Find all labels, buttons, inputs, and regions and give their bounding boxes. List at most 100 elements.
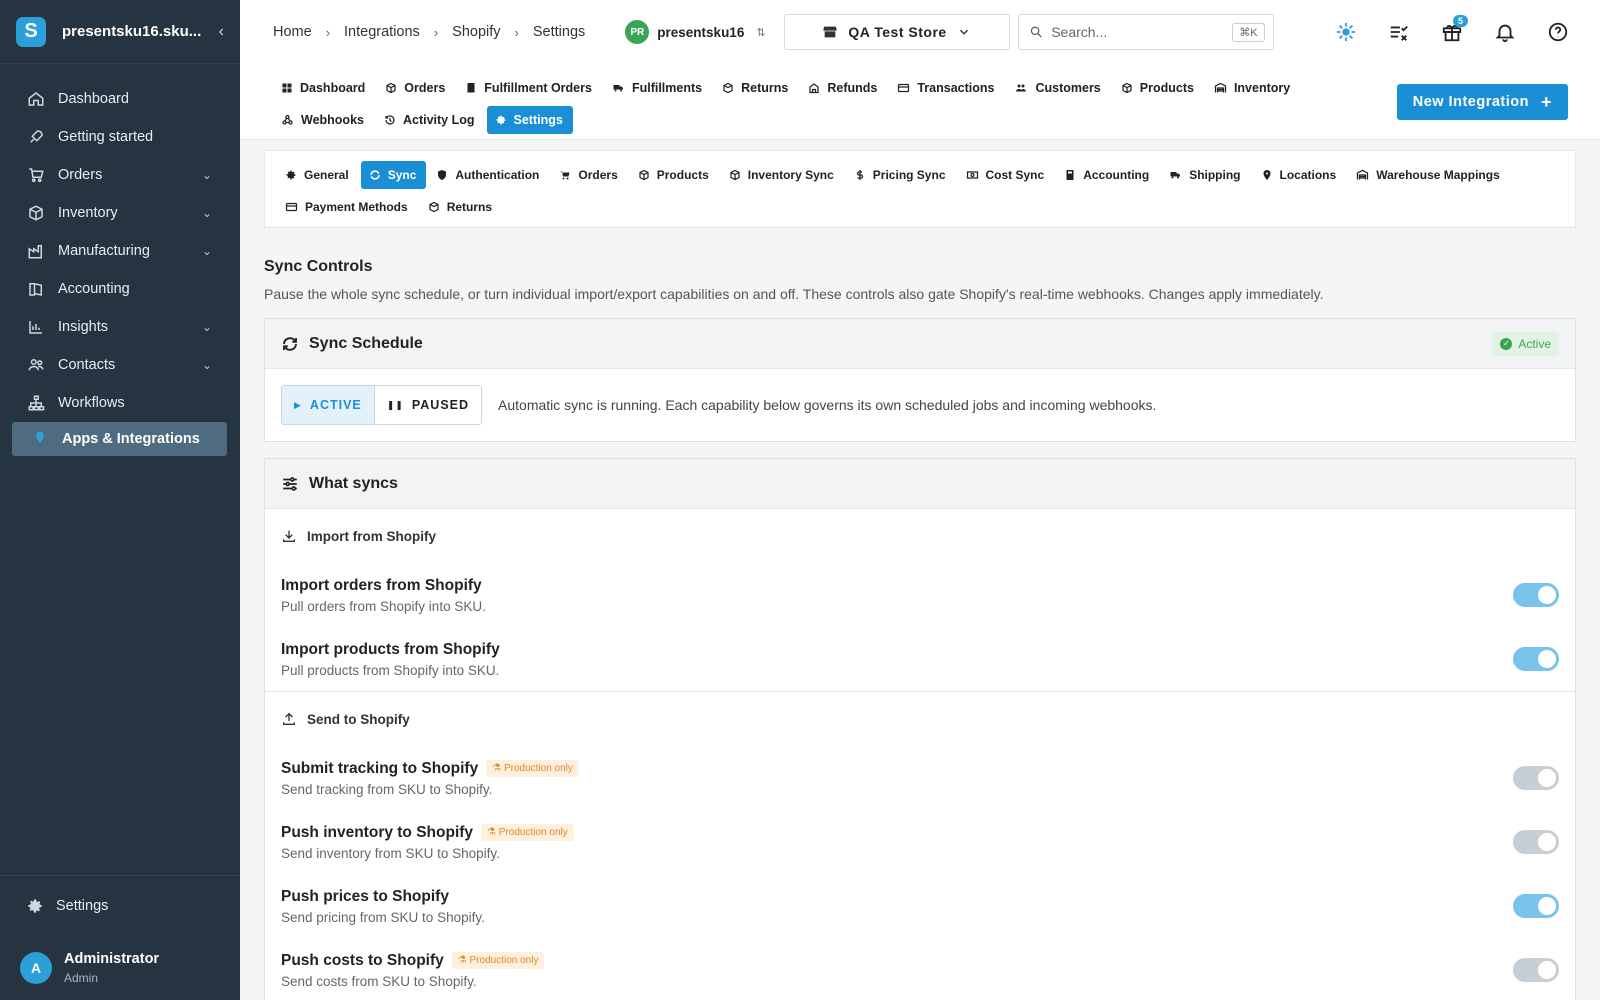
search-input[interactable] xyxy=(1051,24,1233,40)
chevron-right-icon: › xyxy=(433,24,439,40)
app-logo[interactable]: S xyxy=(16,16,46,47)
search-icon xyxy=(1030,26,1042,38)
capability-description: Pull products from Shopify into SKU. xyxy=(281,662,500,678)
capability-toggle[interactable] xyxy=(1513,647,1559,671)
bell-icon[interactable] xyxy=(1478,12,1531,52)
sidebar-item-label: Manufacturing xyxy=(58,243,150,259)
help-icon[interactable] xyxy=(1531,12,1584,52)
org-name[interactable]: presentsku16.sku... xyxy=(62,23,219,40)
tab-refunds[interactable]: Refunds xyxy=(800,74,887,102)
tab-fulfillment-orders[interactable]: Fulfillment Orders xyxy=(457,74,602,102)
sidebar-nav: Dashboard Getting started Orders ⌄ Inven… xyxy=(0,64,240,456)
tab-settings[interactable]: Settings xyxy=(486,106,573,134)
sidebar-item-getting-started[interactable]: Getting started xyxy=(0,118,240,156)
capability-toggle[interactable] xyxy=(1513,766,1559,790)
tab-orders[interactable]: Orders xyxy=(377,74,455,102)
sidebar-item-settings[interactable]: Settings xyxy=(0,876,240,936)
sidebar-item-apps-integrations[interactable]: Apps & Integrations xyxy=(12,422,227,456)
tab-webhooks[interactable]: Webhooks xyxy=(273,106,374,134)
flask-icon: ⚗ xyxy=(492,763,504,774)
ai-sparkle-icon[interactable] xyxy=(1319,12,1372,52)
tab-label: Sync xyxy=(387,168,417,182)
settings-tab-warehouse-mappings[interactable]: Warehouse Mappings xyxy=(1348,161,1510,189)
capability-title: Import orders from Shopify xyxy=(281,576,482,594)
tab-label: Products xyxy=(656,168,709,182)
sidebar-item-label: Inventory xyxy=(58,205,118,221)
breadcrumb-home[interactable]: Home xyxy=(273,24,312,40)
tab-label: Dashboard xyxy=(300,81,366,95)
tab-inventory[interactable]: Inventory xyxy=(1206,74,1300,102)
settings-tab-cost-sync[interactable]: Cost Sync xyxy=(958,161,1055,189)
settings-tabs: General Sync Authentication Orders Products I… xyxy=(264,150,1576,228)
cash-icon xyxy=(966,169,979,181)
sidebar-item-dashboard[interactable]: Dashboard xyxy=(0,80,240,118)
tab-products[interactable]: Products xyxy=(1113,74,1204,102)
sidebar-item-label: Insights xyxy=(58,319,108,335)
search-box[interactable]: ⌘K xyxy=(1017,14,1274,50)
production-only-badge: ⚗ Production only xyxy=(486,760,579,777)
capability-description: Send tracking from SKU to Shopify. xyxy=(281,781,493,797)
sidebar-item-inventory[interactable]: Inventory ⌄ xyxy=(0,194,240,232)
row-title-line: Submit tracking to Shopify ⚗ Production o… xyxy=(281,760,1513,778)
workspace-switcher[interactable]: PR presentsku16 ⇅ xyxy=(625,20,766,44)
chevron-left-icon[interactable]: ‹ xyxy=(219,23,224,41)
row-text: Submit tracking to Shopify ⚗ Production o… xyxy=(281,760,1513,797)
schedule-body: ▶ ACTIVE ❚❚ PAUSED Automatic sync is runni… xyxy=(265,369,1575,441)
store-selector[interactable]: QA Test Store xyxy=(783,14,1010,50)
receipt-icon xyxy=(465,82,477,94)
send-group-header: Send to Shopify xyxy=(265,692,1575,746)
settings-tab-inventory-sync[interactable]: Inventory Sync xyxy=(721,161,844,189)
tab-activity-log[interactable]: Activity Log xyxy=(376,106,485,134)
tab-transactions[interactable]: Transactions xyxy=(889,74,1004,102)
rocket-icon xyxy=(26,127,46,147)
sidebar-item-orders[interactable]: Orders ⌄ xyxy=(0,156,240,194)
what-syncs-card: What syncs Import from Shopify Import or… xyxy=(264,458,1576,1000)
settings-tab-products[interactable]: Products xyxy=(630,161,719,189)
capability-toggle[interactable] xyxy=(1513,958,1559,982)
tab-fulfillments[interactable]: Fulfillments xyxy=(604,74,712,102)
settings-tab-accounting[interactable]: Accounting xyxy=(1056,161,1159,189)
breadcrumb-shopify[interactable]: Shopify xyxy=(452,24,500,40)
return-package-icon xyxy=(722,82,734,94)
settings-tab-sync[interactable]: Sync xyxy=(360,161,427,189)
sidebar-item-insights[interactable]: Insights ⌄ xyxy=(0,308,240,346)
paused-label: PAUSED xyxy=(411,398,470,412)
sidebar-item-accounting[interactable]: Accounting xyxy=(0,270,240,308)
settings-tab-authentication[interactable]: Authentication xyxy=(428,161,549,189)
breadcrumb-integrations[interactable]: Integrations xyxy=(344,24,420,40)
settings-tab-payment-methods[interactable]: Payment Methods xyxy=(277,193,418,221)
chevron-right-icon: › xyxy=(514,24,519,40)
user-profile[interactable]: A Administrator Admin xyxy=(0,936,240,1000)
active-button[interactable]: ▶ ACTIVE xyxy=(282,386,375,424)
settings-tab-shipping[interactable]: Shipping xyxy=(1161,161,1250,189)
tab-dashboard[interactable]: Dashboard xyxy=(273,74,375,102)
sync-capability-row: Push costs to Shopify ⚗ Production only Se… xyxy=(265,938,1575,1000)
settings-tab-general[interactable]: General xyxy=(277,161,359,189)
breadcrumb: Home › Integrations › Shopify › Settings xyxy=(273,24,585,40)
checklist-icon[interactable] xyxy=(1372,12,1425,52)
capability-description: Send costs from SKU to Shopify. xyxy=(281,973,477,989)
settings-tab-orders[interactable]: Orders xyxy=(551,161,627,189)
sidebar-item-manufacturing[interactable]: Manufacturing ⌄ xyxy=(0,232,240,270)
capability-toggle[interactable] xyxy=(1513,894,1559,918)
new-integration-button[interactable]: New Integration + xyxy=(1396,84,1568,120)
tab-returns[interactable]: Returns xyxy=(714,74,798,102)
flask-icon: ⚗ xyxy=(487,827,499,838)
row-title-line: Push prices to Shopify xyxy=(281,888,1513,906)
sidebar-item-workflows[interactable]: Workflows xyxy=(0,384,240,422)
settings-tab-locations[interactable]: Locations xyxy=(1253,161,1347,189)
sidebar-item-contacts[interactable]: Contacts ⌄ xyxy=(0,346,240,384)
tab-customers[interactable]: Customers xyxy=(1006,74,1110,102)
capability-toggle[interactable] xyxy=(1513,583,1559,607)
box-icon xyxy=(638,169,650,181)
shield-icon xyxy=(436,169,448,181)
settings-tab-pricing-sync[interactable]: Pricing Sync xyxy=(846,161,956,189)
settings-tab-returns[interactable]: Returns xyxy=(420,193,502,221)
paused-button[interactable]: ❚❚ PAUSED xyxy=(375,386,481,424)
user-role: Admin xyxy=(64,971,99,985)
tab-label: Returns xyxy=(741,81,789,95)
capability-toggle[interactable] xyxy=(1513,830,1559,854)
tab-label: Locations xyxy=(1279,168,1337,182)
gift-icon[interactable]: 5 xyxy=(1425,12,1478,52)
row-text: Import products from Shopify Pull product… xyxy=(281,641,1513,678)
